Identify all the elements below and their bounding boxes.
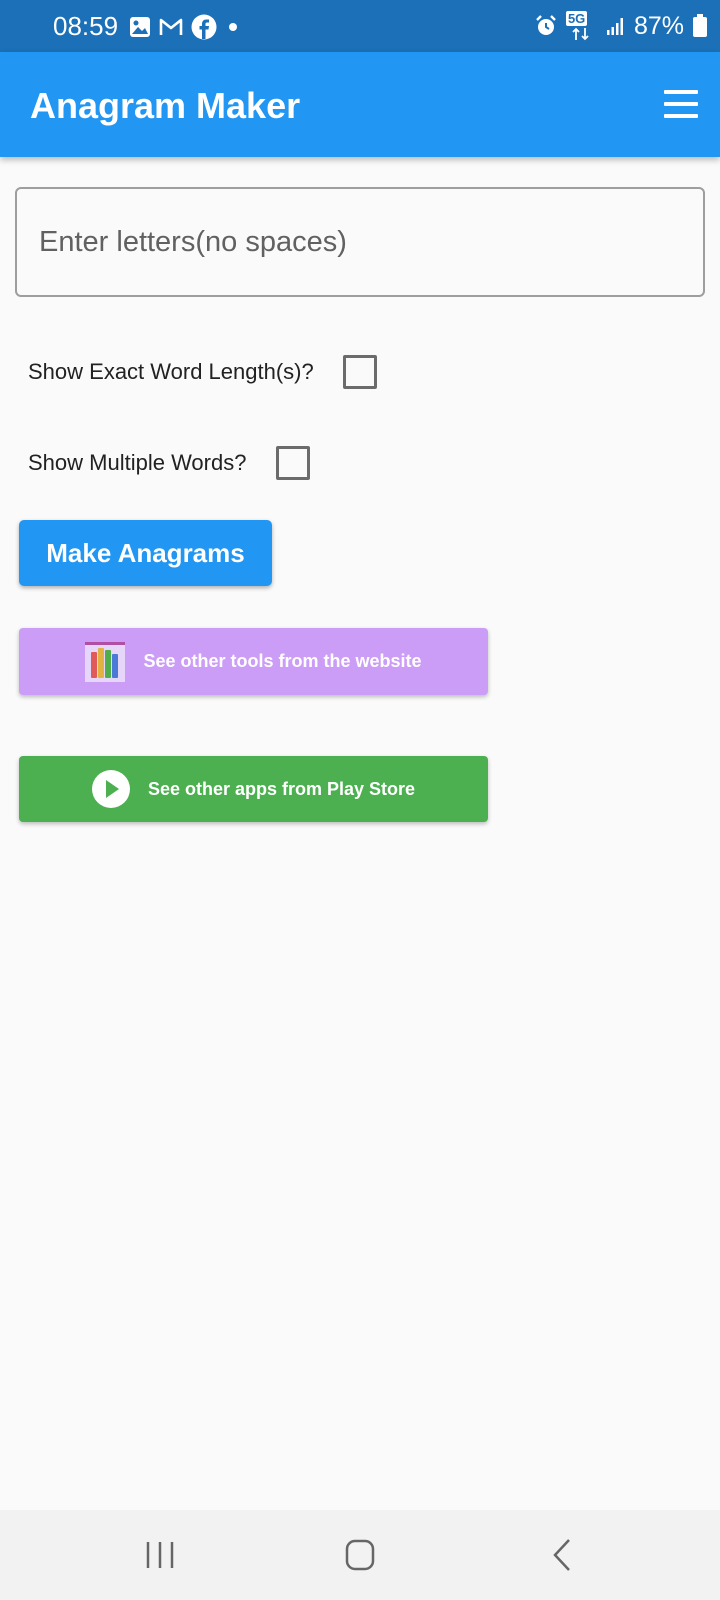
battery-percent: 87% — [633, 11, 684, 40]
app-title: Anagram Maker — [30, 85, 301, 126]
exact-length-label: Show Exact Word Length(s)? — [28, 359, 314, 384]
multiple-words-option: Show Multiple Words? — [28, 446, 311, 480]
gallery-icon — [130, 17, 150, 37]
home-icon[interactable] — [330, 1530, 390, 1580]
play-icon — [91, 770, 130, 808]
facebook-icon — [191, 14, 217, 40]
battery-icon — [693, 14, 707, 37]
dot-icon — [229, 23, 237, 31]
app-bar: Anagram Maker — [0, 52, 720, 157]
exact-length-checkbox[interactable] — [342, 355, 377, 389]
gmail-icon — [159, 18, 183, 35]
play-store-button[interactable]: See other apps from Play Store — [19, 756, 488, 822]
hamburger-menu-icon[interactable] — [660, 86, 700, 122]
letters-field — [15, 187, 705, 297]
exact-length-option: Show Exact Word Length(s)? — [28, 355, 377, 389]
back-icon[interactable] — [533, 1530, 593, 1580]
make-anagrams-label: Make Anagrams — [46, 537, 245, 568]
play-store-label: See other apps from Play Store — [147, 778, 416, 799]
letters-input[interactable] — [17, 189, 703, 295]
multiple-words-label: Show Multiple Words? — [28, 450, 247, 475]
alarm-icon — [536, 15, 556, 35]
navigation-bar — [0, 1510, 720, 1600]
recent-apps-icon[interactable] — [130, 1530, 190, 1580]
notification-icons — [129, 14, 241, 40]
status-time: 08:59 — [53, 11, 119, 41]
make-anagrams-button[interactable]: Make Anagrams — [19, 520, 272, 586]
other-tools-label: See other tools from the website — [143, 651, 422, 671]
books-icon — [85, 641, 126, 682]
status-bar: 08:59 5G 87% — [0, 0, 720, 52]
other-tools-button[interactable]: See other tools from the website — [19, 628, 488, 695]
5g-icon: 5G — [565, 11, 598, 41]
multiple-words-checkbox[interactable] — [276, 446, 311, 480]
network-type: 5G — [565, 11, 588, 26]
signal-icon — [606, 18, 623, 35]
system-icons: 5G 87% — [534, 11, 708, 41]
